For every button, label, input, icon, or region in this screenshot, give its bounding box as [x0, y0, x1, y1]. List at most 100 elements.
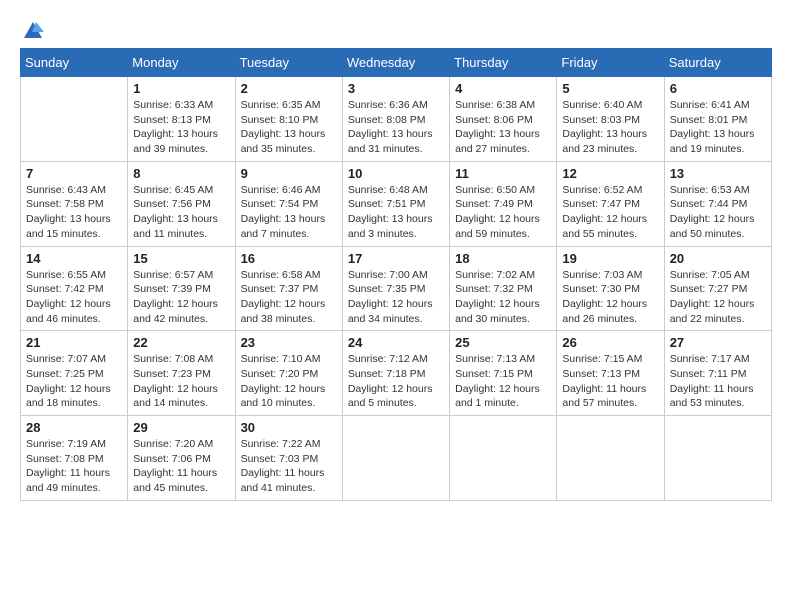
day-number: 27 [670, 335, 766, 350]
calendar-cell: 29 Sunrise: 7:20 AM Sunset: 7:06 PM Dayli… [128, 416, 235, 501]
calendar-cell: 13Sunrise: 6:53 AM Sunset: 7:44 PM Dayli… [664, 161, 771, 246]
calendar-cell: 10 Sunrise: 6:48 AM Sunset: 7:51 PM Dayli… [342, 161, 449, 246]
day-info: Sunrise: 7:07 AM Sunset: 7:25 PM Dayligh… [26, 352, 122, 411]
logo [20, 20, 44, 38]
logo-icon [22, 20, 44, 42]
day-info: Sunrise: 7:00 AM Sunset: 7:35 PM Dayligh… [348, 268, 444, 327]
day-info: Sunrise: 7:02 AM Sunset: 7:32 PM Dayligh… [455, 268, 551, 327]
calendar-cell [557, 416, 664, 501]
day-info: Sunrise: 6:35 AM Sunset: 8:10 PM Dayligh… [241, 98, 337, 157]
day-number: 30 [241, 420, 337, 435]
day-number: 22 [133, 335, 229, 350]
calendar-cell: 15 Sunrise: 6:57 AM Sunset: 7:39 PM Dayli… [128, 246, 235, 331]
calendar-week-row: 7Sunrise: 6:43 AM Sunset: 7:58 PM Daylig… [21, 161, 772, 246]
calendar-cell: 7Sunrise: 6:43 AM Sunset: 7:58 PM Daylig… [21, 161, 128, 246]
calendar-cell: 2 Sunrise: 6:35 AM Sunset: 8:10 PM Daylig… [235, 77, 342, 162]
day-number: 15 [133, 251, 229, 266]
day-info: Sunrise: 6:55 AM Sunset: 7:42 PM Dayligh… [26, 268, 122, 327]
calendar-cell: 9 Sunrise: 6:46 AM Sunset: 7:54 PM Daylig… [235, 161, 342, 246]
calendar-cell: 17 Sunrise: 7:00 AM Sunset: 7:35 PM Dayli… [342, 246, 449, 331]
calendar-cell: 25 Sunrise: 7:13 AM Sunset: 7:15 PM Dayli… [450, 331, 557, 416]
day-number: 28 [26, 420, 122, 435]
day-info: Sunrise: 6:58 AM Sunset: 7:37 PM Dayligh… [241, 268, 337, 327]
calendar-week-row: 21 Sunrise: 7:07 AM Sunset: 7:25 PM Dayli… [21, 331, 772, 416]
day-number: 12 [562, 166, 658, 181]
calendar-cell: 16 Sunrise: 6:58 AM Sunset: 7:37 PM Dayli… [235, 246, 342, 331]
day-number: 20 [670, 251, 766, 266]
day-number: 8 [133, 166, 229, 181]
day-info: Sunrise: 7:05 AM Sunset: 7:27 PM Dayligh… [670, 268, 766, 327]
day-info: Sunrise: 7:10 AM Sunset: 7:20 PM Dayligh… [241, 352, 337, 411]
day-number: 2 [241, 81, 337, 96]
day-info: Sunrise: 6:57 AM Sunset: 7:39 PM Dayligh… [133, 268, 229, 327]
day-number: 14 [26, 251, 122, 266]
day-info: Sunrise: 6:40 AM Sunset: 8:03 PM Dayligh… [562, 98, 658, 157]
day-info: Sunrise: 7:20 AM Sunset: 7:06 PM Dayligh… [133, 437, 229, 496]
day-info: Sunrise: 6:45 AM Sunset: 7:56 PM Dayligh… [133, 183, 229, 242]
weekday-header-sunday: Sunday [21, 49, 128, 77]
day-number: 16 [241, 251, 337, 266]
day-number: 26 [562, 335, 658, 350]
day-info: Sunrise: 6:50 AM Sunset: 7:49 PM Dayligh… [455, 183, 551, 242]
day-info: Sunrise: 7:17 AM Sunset: 7:11 PM Dayligh… [670, 352, 766, 411]
day-number: 1 [133, 81, 229, 96]
page-header [20, 20, 772, 38]
weekday-header-friday: Friday [557, 49, 664, 77]
day-number: 9 [241, 166, 337, 181]
day-number: 29 [133, 420, 229, 435]
day-info: Sunrise: 7:08 AM Sunset: 7:23 PM Dayligh… [133, 352, 229, 411]
calendar-cell: 19Sunrise: 7:03 AM Sunset: 7:30 PM Dayli… [557, 246, 664, 331]
day-number: 18 [455, 251, 551, 266]
weekday-header-thursday: Thursday [450, 49, 557, 77]
day-number: 25 [455, 335, 551, 350]
day-info: Sunrise: 6:33 AM Sunset: 8:13 PM Dayligh… [133, 98, 229, 157]
calendar-body: 1 Sunrise: 6:33 AM Sunset: 8:13 PM Daylig… [21, 77, 772, 501]
calendar-cell: 3 Sunrise: 6:36 AM Sunset: 8:08 PM Daylig… [342, 77, 449, 162]
day-info: Sunrise: 7:15 AM Sunset: 7:13 PM Dayligh… [562, 352, 658, 411]
calendar-cell: 22 Sunrise: 7:08 AM Sunset: 7:23 PM Dayli… [128, 331, 235, 416]
day-info: Sunrise: 6:46 AM Sunset: 7:54 PM Dayligh… [241, 183, 337, 242]
day-info: Sunrise: 7:19 AM Sunset: 7:08 PM Dayligh… [26, 437, 122, 496]
weekday-header-tuesday: Tuesday [235, 49, 342, 77]
calendar-cell: 4 Sunrise: 6:38 AM Sunset: 8:06 PM Daylig… [450, 77, 557, 162]
calendar-cell [342, 416, 449, 501]
day-info: Sunrise: 6:48 AM Sunset: 7:51 PM Dayligh… [348, 183, 444, 242]
day-info: Sunrise: 6:41 AM Sunset: 8:01 PM Dayligh… [670, 98, 766, 157]
day-info: Sunrise: 7:13 AM Sunset: 7:15 PM Dayligh… [455, 352, 551, 411]
calendar-cell: 12Sunrise: 6:52 AM Sunset: 7:47 PM Dayli… [557, 161, 664, 246]
calendar-cell: 24 Sunrise: 7:12 AM Sunset: 7:18 PM Dayli… [342, 331, 449, 416]
calendar-cell: 11Sunrise: 6:50 AM Sunset: 7:49 PM Dayli… [450, 161, 557, 246]
calendar-cell: 30Sunrise: 7:22 AM Sunset: 7:03 PM Dayli… [235, 416, 342, 501]
day-info: Sunrise: 6:38 AM Sunset: 8:06 PM Dayligh… [455, 98, 551, 157]
calendar-cell: 27 Sunrise: 7:17 AM Sunset: 7:11 PM Dayli… [664, 331, 771, 416]
day-number: 4 [455, 81, 551, 96]
day-number: 13 [670, 166, 766, 181]
calendar-cell: 20 Sunrise: 7:05 AM Sunset: 7:27 PM Dayli… [664, 246, 771, 331]
day-info: Sunrise: 7:12 AM Sunset: 7:18 PM Dayligh… [348, 352, 444, 411]
calendar-cell: 26 Sunrise: 7:15 AM Sunset: 7:13 PM Dayli… [557, 331, 664, 416]
day-number: 23 [241, 335, 337, 350]
calendar-cell [664, 416, 771, 501]
calendar-cell: 14 Sunrise: 6:55 AM Sunset: 7:42 PM Dayli… [21, 246, 128, 331]
weekday-header-monday: Monday [128, 49, 235, 77]
calendar-cell: 8 Sunrise: 6:45 AM Sunset: 7:56 PM Daylig… [128, 161, 235, 246]
day-number: 21 [26, 335, 122, 350]
day-number: 24 [348, 335, 444, 350]
day-number: 6 [670, 81, 766, 96]
day-number: 17 [348, 251, 444, 266]
calendar-week-row: 14 Sunrise: 6:55 AM Sunset: 7:42 PM Dayli… [21, 246, 772, 331]
calendar-cell: 21 Sunrise: 7:07 AM Sunset: 7:25 PM Dayli… [21, 331, 128, 416]
day-info: Sunrise: 6:36 AM Sunset: 8:08 PM Dayligh… [348, 98, 444, 157]
day-info: Sunrise: 6:43 AM Sunset: 7:58 PM Dayligh… [26, 183, 122, 242]
calendar-cell [450, 416, 557, 501]
day-number: 5 [562, 81, 658, 96]
day-info: Sunrise: 7:03 AM Sunset: 7:30 PM Dayligh… [562, 268, 658, 327]
calendar-week-row: 28 Sunrise: 7:19 AM Sunset: 7:08 PM Dayli… [21, 416, 772, 501]
calendar-header-row: SundayMondayTuesdayWednesdayThursdayFrid… [21, 49, 772, 77]
day-number: 10 [348, 166, 444, 181]
day-number: 3 [348, 81, 444, 96]
calendar-cell: 28 Sunrise: 7:19 AM Sunset: 7:08 PM Dayli… [21, 416, 128, 501]
calendar-cell: 6 Sunrise: 6:41 AM Sunset: 8:01 PM Daylig… [664, 77, 771, 162]
calendar-table: SundayMondayTuesdayWednesdayThursdayFrid… [20, 48, 772, 501]
calendar-cell: 18 Sunrise: 7:02 AM Sunset: 7:32 PM Dayli… [450, 246, 557, 331]
